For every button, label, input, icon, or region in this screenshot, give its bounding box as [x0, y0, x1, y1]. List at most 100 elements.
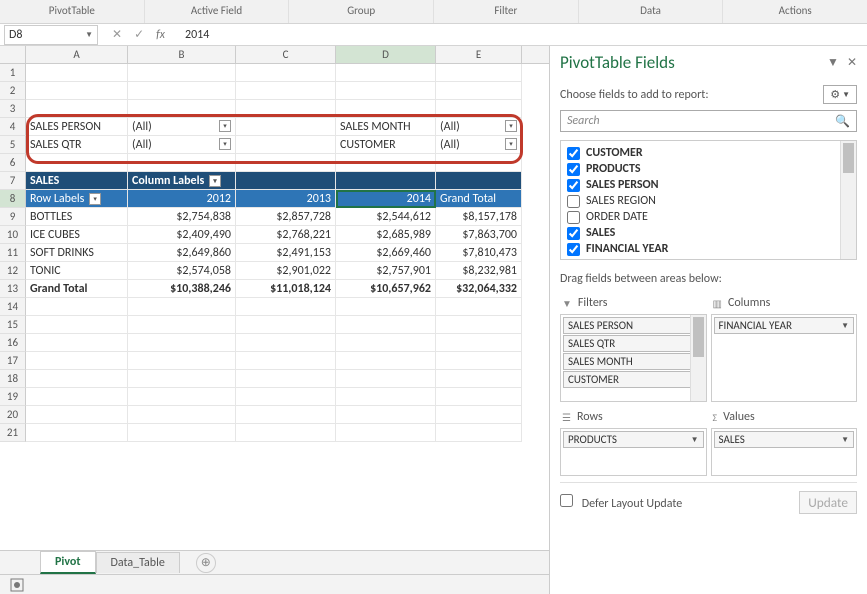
cell[interactable] — [128, 298, 236, 316]
cell[interactable] — [436, 406, 522, 424]
cell[interactable] — [236, 136, 336, 154]
row-header[interactable]: 20 — [0, 406, 26, 424]
filters-drop-zone[interactable]: SALES PERSON▼ SALES QTR▼ SALES MONTH▼ CU… — [560, 314, 707, 402]
formula-input[interactable] — [179, 28, 867, 42]
pivot-row-label[interactable]: ICE CUBES — [26, 226, 128, 244]
chevron-down-icon[interactable]: ▼ — [841, 435, 849, 445]
cell[interactable] — [336, 388, 436, 406]
cell[interactable] — [436, 100, 522, 118]
select-all-corner[interactable] — [0, 46, 26, 63]
cell[interactable] — [436, 82, 522, 100]
cell[interactable] — [336, 352, 436, 370]
pivot-value[interactable]: $2,901,022 — [236, 262, 336, 280]
pivot-value[interactable]: $2,685,989 — [336, 226, 436, 244]
row-header[interactable]: 11 — [0, 244, 26, 262]
tab-data-table[interactable]: Data_Table — [96, 552, 180, 573]
cell[interactable] — [436, 172, 522, 190]
cell[interactable] — [26, 298, 128, 316]
record-macro-icon[interactable] — [10, 578, 24, 592]
filter-value[interactable]: (All) ▾ — [128, 118, 236, 136]
cancel-icon[interactable]: ✕ — [112, 27, 122, 42]
grand-total-header[interactable]: Grand Total — [436, 190, 522, 208]
pivot-value[interactable]: $2,757,901 — [336, 262, 436, 280]
chevron-down-icon[interactable]: ▼ — [691, 435, 699, 445]
pivot-value[interactable]: $2,768,221 — [236, 226, 336, 244]
chevron-down-icon[interactable]: ▼ — [841, 321, 849, 331]
area-pill[interactable]: PRODUCTS▼ — [563, 431, 704, 448]
cell[interactable] — [336, 370, 436, 388]
row-header[interactable]: 18 — [0, 370, 26, 388]
area-pill[interactable]: SALES MONTH▼ — [563, 353, 704, 370]
field-name[interactable]: ORDER DATE — [586, 210, 648, 224]
cell[interactable] — [336, 100, 436, 118]
cell[interactable] — [128, 154, 236, 172]
cell[interactable] — [236, 334, 336, 352]
columns-drop-zone[interactable]: FINANCIAL YEAR▼ — [711, 314, 858, 402]
pivot-value[interactable]: $2,409,490 — [128, 226, 236, 244]
grand-total-value[interactable]: $11,018,124 — [236, 280, 336, 298]
col-header[interactable]: D — [336, 46, 436, 63]
field-checkbox[interactable] — [567, 179, 580, 192]
cell[interactable] — [128, 406, 236, 424]
pivot-value[interactable]: $2,574,058 — [128, 262, 236, 280]
cell[interactable] — [26, 82, 128, 100]
pivot-value[interactable]: $2,754,838 — [128, 208, 236, 226]
field-name[interactable]: PRODUCTS — [586, 162, 641, 176]
field-name[interactable]: FINANCIAL YEAR — [586, 242, 668, 256]
values-drop-zone[interactable]: SALES▼ — [711, 428, 858, 476]
field-checkbox[interactable] — [567, 147, 580, 160]
tab-pivot[interactable]: Pivot — [40, 551, 96, 574]
cell[interactable] — [128, 100, 236, 118]
dropdown-icon[interactable]: ▾ — [219, 138, 231, 150]
cell[interactable] — [236, 370, 336, 388]
pivot-col-labels-cell[interactable]: Column Labels ▾ — [128, 172, 236, 190]
area-pill[interactable]: SALES QTR▼ — [563, 335, 704, 352]
tools-button[interactable]: ⚙▼ — [823, 85, 857, 104]
pivot-value[interactable]: $2,491,153 — [236, 244, 336, 262]
pivot-value[interactable]: $2,649,860 — [128, 244, 236, 262]
grand-total-value[interactable]: $10,657,962 — [336, 280, 436, 298]
col-header[interactable]: C — [236, 46, 336, 63]
row-labels-cell[interactable]: Row Labels ▾ — [26, 190, 128, 208]
rows-drop-zone[interactable]: PRODUCTS▼ — [560, 428, 707, 476]
filter-value[interactable]: (All) ▾ — [436, 136, 522, 154]
cell[interactable] — [236, 100, 336, 118]
pivot-row-label[interactable]: BOTTLES — [26, 208, 128, 226]
pivot-value[interactable]: $2,669,460 — [336, 244, 436, 262]
cell[interactable] — [436, 64, 522, 82]
filter-value[interactable]: (All) ▾ — [128, 136, 236, 154]
cell[interactable] — [336, 316, 436, 334]
filter-label[interactable]: CUSTOMER — [336, 136, 436, 154]
cell[interactable] — [128, 388, 236, 406]
cell[interactable] — [128, 82, 236, 100]
cell[interactable] — [236, 298, 336, 316]
search-input[interactable]: Search 🔍 — [560, 110, 857, 132]
cell[interactable] — [26, 100, 128, 118]
row-header[interactable]: 2 — [0, 82, 26, 100]
cell[interactable] — [26, 370, 128, 388]
area-pill[interactable]: SALES▼ — [714, 431, 855, 448]
cell[interactable] — [336, 172, 436, 190]
field-checkbox[interactable] — [567, 163, 580, 176]
row-header[interactable]: 19 — [0, 388, 26, 406]
field-checkbox[interactable] — [567, 211, 580, 224]
row-header[interactable]: 4 — [0, 118, 26, 136]
area-pill[interactable]: CUSTOMER▼ — [563, 371, 704, 388]
cell[interactable] — [336, 406, 436, 424]
col-header[interactable]: E — [436, 46, 522, 63]
col-header-year[interactable]: 2013 — [236, 190, 336, 208]
cell[interactable] — [236, 82, 336, 100]
field-checkbox[interactable] — [567, 243, 580, 256]
cell[interactable] — [436, 334, 522, 352]
pivot-row-label[interactable]: TONIC — [26, 262, 128, 280]
row-header[interactable]: 16 — [0, 334, 26, 352]
cell[interactable] — [336, 82, 436, 100]
cell[interactable] — [128, 334, 236, 352]
filter-label[interactable]: SALES PERSON — [26, 118, 128, 136]
cell[interactable] — [26, 316, 128, 334]
field-name[interactable]: SALES REGION — [586, 194, 656, 208]
row-header[interactable]: 12 — [0, 262, 26, 280]
chevron-down-icon[interactable]: ▼ — [827, 55, 839, 70]
cell[interactable] — [26, 424, 128, 442]
dropdown-icon[interactable]: ▾ — [89, 193, 101, 205]
